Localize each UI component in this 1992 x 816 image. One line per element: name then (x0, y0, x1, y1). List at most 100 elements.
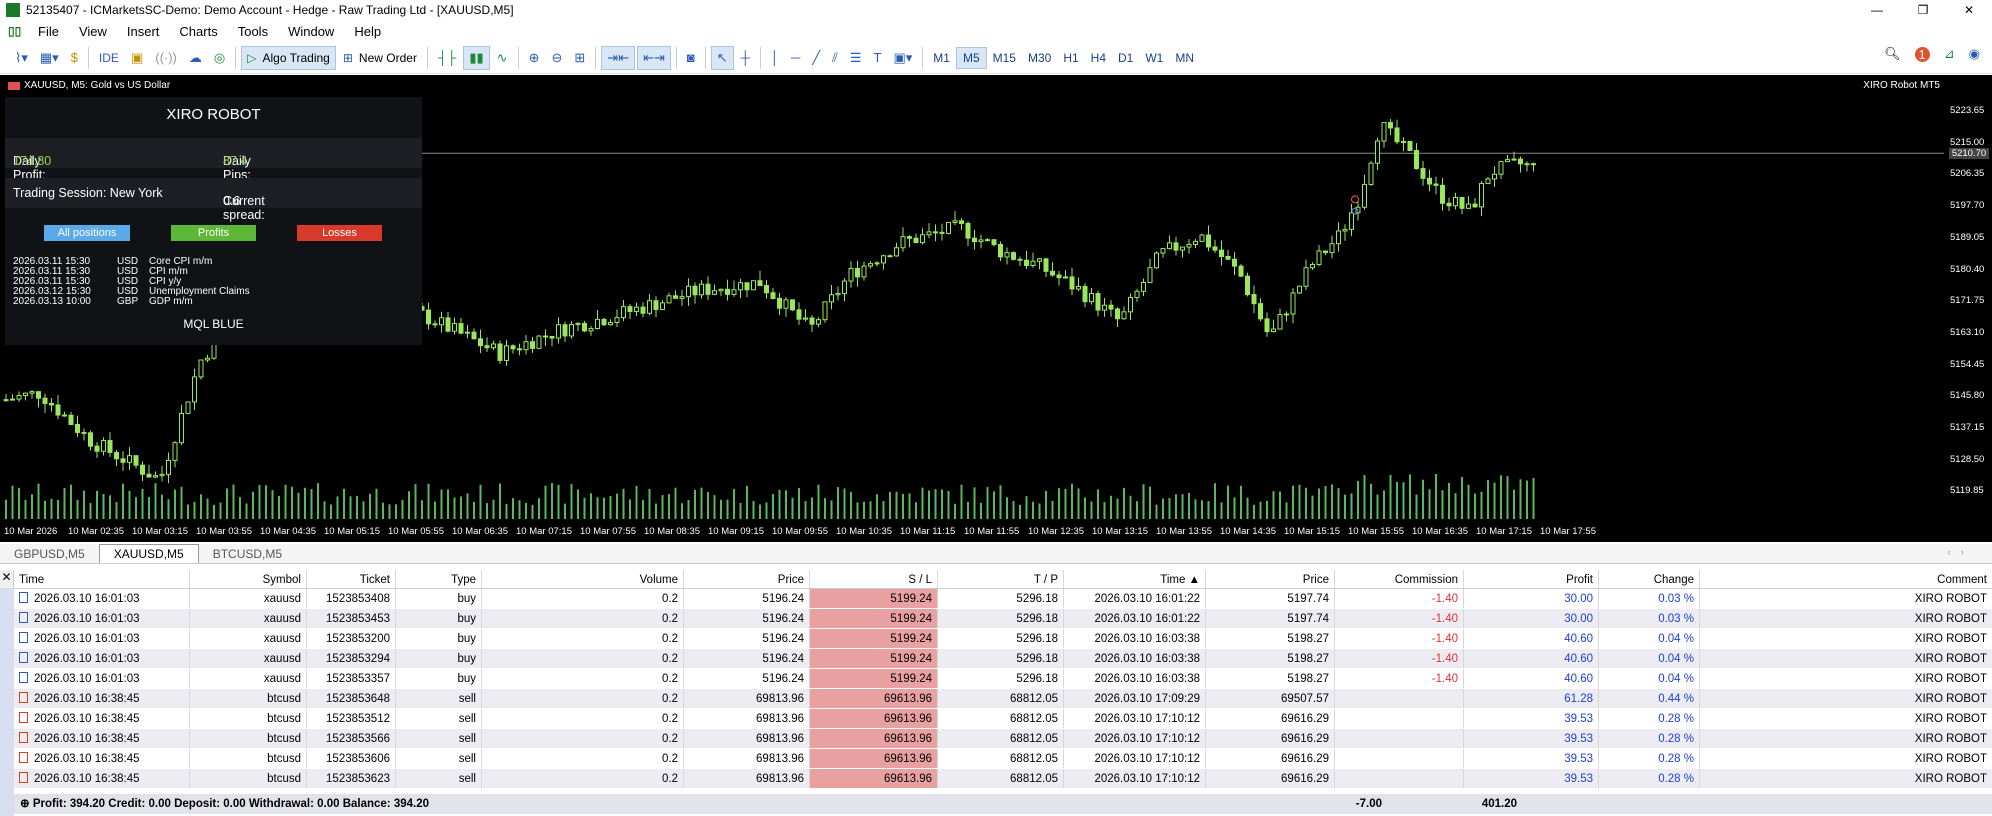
new-chart-icon[interactable]: ⌇▾ (10, 46, 33, 70)
table-row[interactable]: 2026.03.10 16:38:45 btcusd 1523853648 sell 0… (14, 689, 1992, 709)
menu-file[interactable]: File (28, 24, 69, 39)
profits-button[interactable]: Profits (171, 225, 256, 241)
table-cell: 69613.96 (810, 769, 938, 788)
time-tick: 10 Mar 09:55 (772, 526, 828, 537)
volume-bar (1337, 488, 1340, 519)
cloud-icon[interactable]: ☁ (184, 46, 207, 70)
timeframe-d1[interactable]: D1 (1112, 47, 1139, 69)
timeframe-h1[interactable]: H1 (1057, 47, 1084, 69)
column-header[interactable]: Time (14, 570, 190, 588)
menu-view[interactable]: View (69, 24, 117, 39)
timeframe-mn[interactable]: MN (1169, 47, 1200, 69)
screenshot-icon[interactable]: ◙ (682, 46, 700, 70)
minimize-button[interactable]: — (1854, 0, 1900, 20)
column-header[interactable]: Change (1599, 570, 1700, 588)
close-button[interactable]: ✕ (1946, 0, 1992, 20)
candle (81, 428, 87, 441)
notifications-icon[interactable]: ◔1 (1914, 46, 1930, 62)
column-header[interactable]: Type (396, 570, 482, 588)
line-chart-icon[interactable]: ∿ (492, 46, 513, 70)
timeframe-m1[interactable]: M1 (927, 47, 956, 69)
broadcast-icon[interactable]: ((·)) (150, 46, 182, 70)
timeframe-m15[interactable]: M15 (987, 47, 1022, 69)
signals-icon[interactable]: ▣ (126, 46, 148, 70)
table-cell: 2026.03.10 17:10:12 (1064, 749, 1206, 768)
table-row[interactable]: 2026.03.10 16:38:45 btcusd 1523853566 sell 0… (14, 729, 1992, 749)
candlestick-icon[interactable]: ▮▮ (463, 45, 490, 70)
algo-trading-button[interactable]: ▷ Algo Trading (241, 45, 336, 70)
candle (1238, 263, 1244, 278)
menu-tools[interactable]: Tools (228, 24, 278, 39)
chart-menu-icon[interactable]: ▯▯ (8, 24, 22, 38)
table-row[interactable]: 2026.03.10 16:38:45 btcusd 1523853606 sell 0… (14, 749, 1992, 769)
table-row[interactable]: 2026.03.10 16:01:03 xauusd 1523853408 buy 0.… (14, 589, 1992, 609)
table-row[interactable]: 2026.03.10 16:38:45 btcusd 1523853623 sell 0… (14, 769, 1992, 789)
tab-xauusd[interactable]: XAUUSD,M5 (98, 544, 199, 563)
vertical-line-icon[interactable]: │ (766, 46, 784, 70)
market-icon[interactable]: $ (66, 46, 83, 70)
column-header[interactable]: Price (684, 570, 810, 588)
cursor-icon[interactable]: ↖ (710, 45, 734, 70)
close-toolbox-icon[interactable]: ✕ (0, 570, 14, 588)
menu-help[interactable]: Help (344, 24, 391, 39)
column-header[interactable]: T / P (938, 570, 1064, 588)
horizontal-line-icon[interactable]: ─ (786, 46, 805, 70)
candle (744, 282, 750, 298)
zoom-out-icon[interactable]: ⊖ (546, 46, 567, 70)
chart-shift-icon[interactable]: ⇤⇥ (637, 45, 671, 70)
table-cell: sell (396, 749, 482, 768)
volume-bar (869, 501, 872, 519)
tab-gbpusd[interactable]: GBPUSD,M5 (0, 545, 99, 563)
timeframe-h4[interactable]: H4 (1085, 47, 1112, 69)
maximize-button[interactable]: ❐ (1900, 0, 1946, 20)
fibonacci-icon[interactable]: ☰ (845, 46, 867, 70)
candle (1115, 307, 1120, 328)
timeframe-w1[interactable]: W1 (1139, 47, 1169, 69)
tab-btcusd[interactable]: BTCUSD,M5 (199, 545, 296, 563)
candle (1206, 225, 1211, 252)
candle (653, 296, 659, 317)
table-row[interactable]: 2026.03.10 16:38:45 btcusd 1523853512 sell 0… (14, 709, 1992, 729)
column-header[interactable]: Profit (1464, 570, 1599, 588)
column-header[interactable]: S / L (810, 570, 938, 588)
candle (549, 335, 555, 347)
table-row[interactable]: 2026.03.10 16:01:03 xauusd 1523853357 buy 0.… (14, 669, 1992, 689)
column-header[interactable]: Ticket (307, 570, 396, 588)
column-header[interactable]: Comment (1700, 570, 1992, 588)
column-header[interactable]: Time ▲ (1064, 570, 1206, 588)
timeframe-m5[interactable]: M5 (955, 46, 987, 69)
table-row[interactable]: 2026.03.10 16:01:03 xauusd 1523853200 buy 0.… (14, 629, 1992, 649)
menu-charts[interactable]: Charts (169, 24, 227, 39)
time-tick: 10 Mar 03:55 (196, 526, 252, 537)
menu-window[interactable]: Window (278, 24, 344, 39)
ide-button[interactable]: IDE (94, 46, 124, 70)
time-axis: 10 Mar 2026 10 Mar 02:35 10 Mar 03:15 10 Ma… (0, 520, 1945, 542)
candle (3, 394, 9, 402)
column-header[interactable]: Price (1206, 570, 1335, 588)
zoom-in-icon[interactable]: ⊕ (524, 46, 545, 70)
menu-insert[interactable]: Insert (117, 24, 170, 39)
grid-icon[interactable]: ⊞ (569, 46, 590, 70)
search-icon[interactable]: 🔍︎ (1884, 46, 1901, 62)
table-row[interactable]: 2026.03.10 16:01:03 xauusd 1523853453 buy 0.… (14, 609, 1992, 629)
tab-scroll-arrows[interactable]: ‹› (1947, 547, 1974, 558)
shapes-icon[interactable]: ▣▾ (888, 46, 917, 70)
crosshair-icon[interactable]: ┼ (736, 46, 755, 70)
timeframe-m30[interactable]: M30 (1022, 47, 1057, 69)
account-icon[interactable]: ◉ (1969, 46, 1980, 62)
text-icon[interactable]: T (869, 46, 887, 70)
vps-icon[interactable]: ◎ (209, 46, 230, 70)
losses-button[interactable]: Losses (297, 225, 382, 241)
all-positions-button[interactable]: All positions (44, 225, 130, 241)
table-row[interactable]: 2026.03.10 16:01:03 xauusd 1523853294 buy 0.… (14, 649, 1992, 669)
column-header[interactable]: Symbol (190, 570, 307, 588)
new-order-button[interactable]: ⊞ New Order (338, 46, 422, 70)
trendline-icon[interactable]: ╱ (807, 46, 825, 70)
column-header[interactable]: Volume (482, 570, 684, 588)
column-header[interactable]: Commission (1335, 570, 1464, 588)
bar-chart-icon[interactable]: ┤├ (433, 46, 461, 70)
signal-strength-icon[interactable]: ⊿ (1944, 46, 1955, 62)
channel-icon[interactable]: ⫽ (827, 46, 843, 70)
profiles-icon[interactable]: ▦▾ (35, 46, 64, 70)
autoscroll-icon[interactable]: ⇥⇤ (601, 45, 636, 70)
